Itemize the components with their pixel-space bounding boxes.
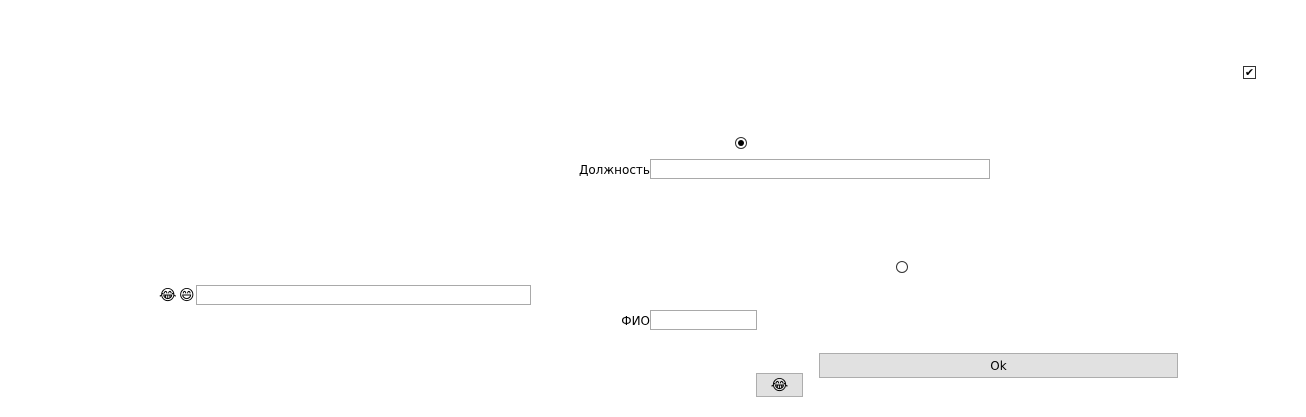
position-input[interactable] xyxy=(650,159,990,179)
fio-label: ФИО xyxy=(621,314,650,328)
radio-option-1[interactable] xyxy=(735,137,747,149)
smiling-emoji-icon: 😄 xyxy=(179,286,195,304)
radio-option-2[interactable] xyxy=(896,261,908,273)
emoji-text-input[interactable] xyxy=(196,285,531,305)
position-label: Должность xyxy=(578,163,650,177)
fio-input[interactable] xyxy=(650,310,757,330)
ok-button[interactable]: Ok xyxy=(819,353,1178,378)
emoji-button[interactable]: 😂 xyxy=(756,373,803,397)
check-icon: ✔ xyxy=(1244,66,1255,79)
laughing-emoji-icon: 😂 xyxy=(159,286,177,304)
checkbox[interactable]: ✔ xyxy=(1243,66,1256,79)
